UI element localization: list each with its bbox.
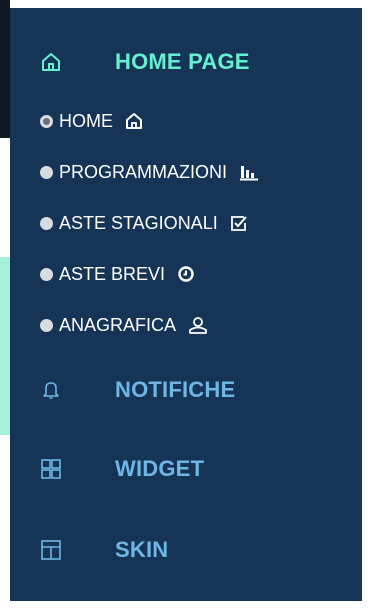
bell-icon [40, 379, 62, 401]
submenu-item-home[interactable]: HOME [10, 106, 362, 136]
user-icon [188, 316, 208, 334]
radio-icon [40, 165, 53, 179]
menu-section-skin[interactable]: SKIN [10, 527, 362, 573]
app-frame: HOME PAGE HOME PROGRAMMAZIONI ASTE STAGI… [0, 0, 370, 609]
menu-section-label: SKIN [115, 537, 169, 562]
menu-section-label: HOME PAGE [115, 49, 250, 74]
home-icon [125, 112, 143, 130]
menu-section-label: NOTIFICHE [115, 377, 236, 402]
menu-section-home-page[interactable]: HOME PAGE [10, 39, 362, 85]
menu-section-label: WIDGET [115, 456, 205, 481]
menu-section-widget[interactable]: WIDGET [10, 446, 362, 492]
submenu-item-aste-brevi[interactable]: ASTE BREVI [10, 259, 362, 289]
submenu-item-label: PROGRAMMAZIONI [59, 161, 228, 182]
bar-chart-icon [239, 163, 259, 181]
background-accent-strip [0, 257, 10, 435]
submenu-item-label: ASTE STAGIONALI [59, 212, 218, 233]
radio-icon [40, 318, 53, 332]
submenu-item-anagrafica[interactable]: ANAGRAFICA [10, 310, 362, 340]
checkbox-icon [230, 214, 248, 232]
sidebar-menu: HOME PAGE HOME PROGRAMMAZIONI ASTE STAGI… [10, 8, 362, 601]
menu-section-notifiche[interactable]: NOTIFICHE [10, 367, 362, 413]
submenu-item-label: ANAGRAFICA [59, 314, 177, 335]
submenu-item-programmazioni[interactable]: PROGRAMMAZIONI [10, 157, 362, 187]
selected-radio-icon [40, 114, 53, 128]
layout-icon [40, 539, 62, 561]
submenu-item-aste-stagionali[interactable]: ASTE STAGIONALI [10, 208, 362, 238]
submenu-item-label: HOME [59, 110, 113, 131]
background-header-strip [0, 0, 10, 138]
grid-icon [40, 458, 62, 480]
home-icon [40, 51, 62, 73]
submenu-item-label: ASTE BREVI [59, 263, 166, 284]
radio-icon [40, 216, 53, 230]
radio-icon [40, 267, 53, 281]
clock-icon [177, 265, 195, 283]
